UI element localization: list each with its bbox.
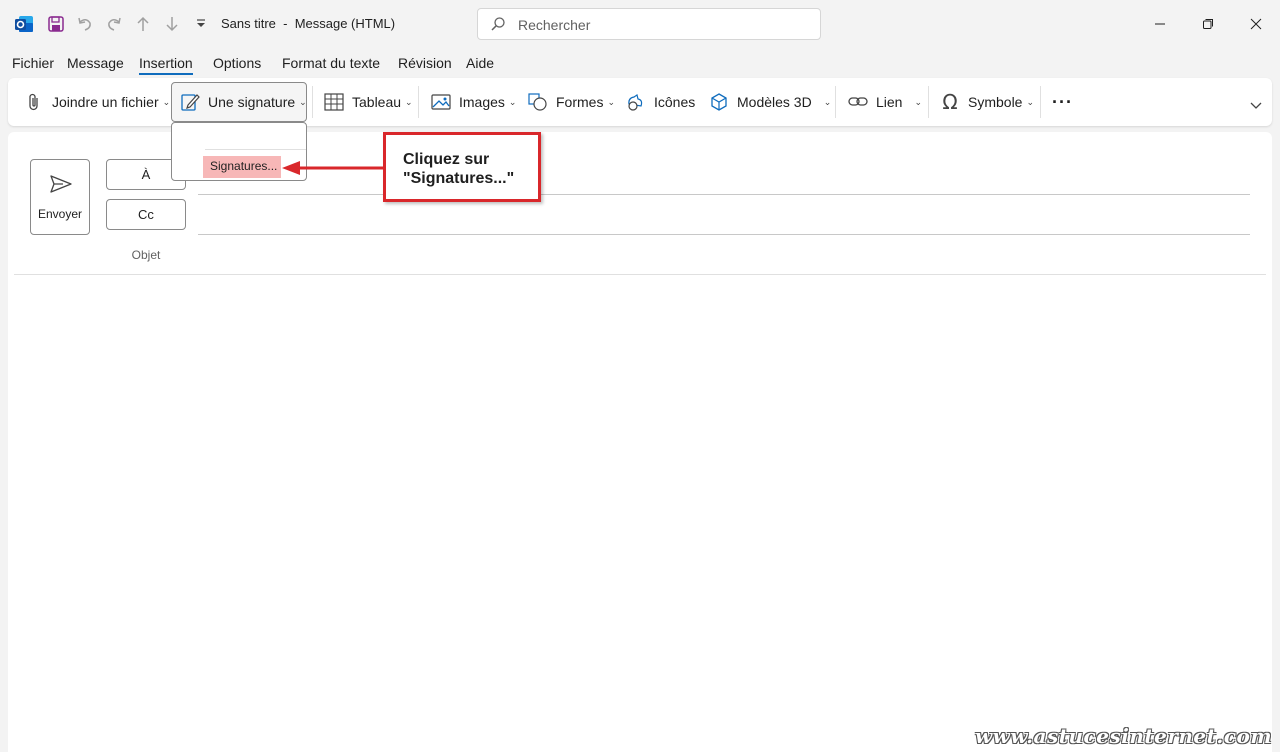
to-field[interactable]	[198, 194, 1250, 195]
menu-message[interactable]: Message	[67, 55, 124, 71]
search-placeholder: Rechercher	[518, 17, 591, 33]
callout-text: Cliquez sur "Signatures..."	[403, 150, 538, 188]
icons-insert-icon	[626, 92, 646, 112]
redo-icon[interactable]	[102, 12, 126, 36]
symbol-label: Symbole	[968, 94, 1023, 110]
omega-icon: Ω	[942, 90, 958, 114]
arrow-down-icon[interactable]	[160, 12, 184, 36]
send-label: Envoyer	[37, 207, 83, 221]
dropdown-divider	[205, 149, 306, 150]
shapes-icon	[528, 92, 548, 112]
ribbon-divider	[1040, 86, 1041, 118]
menu-revision[interactable]: Révision	[398, 55, 452, 71]
chevron-down-icon: ⌄	[162, 96, 171, 107]
attach-file-button[interactable]: Joindre un fichier ⌄	[24, 82, 170, 122]
search-box[interactable]: Rechercher	[477, 8, 821, 40]
paperclip-icon	[24, 92, 44, 112]
icons-label: Icônes	[654, 94, 696, 110]
shapes-label: Formes	[556, 94, 604, 110]
icons-button[interactable]: Icônes	[626, 82, 695, 122]
images-label: Images	[459, 94, 505, 110]
menu-insertion[interactable]: Insertion	[139, 55, 193, 75]
outlook-logo-icon	[12, 12, 36, 36]
send-icon	[49, 174, 73, 197]
instruction-callout: Cliquez sur "Signatures..."	[383, 132, 541, 202]
chevron-down-icon: ⌄	[1026, 96, 1035, 107]
images-button[interactable]: Images ⌄	[431, 82, 516, 122]
3d-models-label: Modèles 3D	[737, 94, 812, 110]
undo-icon[interactable]	[73, 12, 97, 36]
callout-line-1: Cliquez sur	[403, 151, 490, 168]
save-icon[interactable]	[44, 12, 68, 36]
compose-area: Envoyer À Cc Objet	[8, 132, 1272, 752]
table-icon	[324, 92, 344, 112]
customize-toolbar-icon[interactable]	[189, 12, 213, 36]
cc-button[interactable]: Cc	[106, 199, 186, 230]
minimize-icon[interactable]	[1148, 12, 1172, 36]
send-button[interactable]: Envoyer	[30, 159, 90, 235]
symbol-button[interactable]: Ω Symbole ⌄	[940, 82, 1034, 122]
close-icon[interactable]	[1244, 12, 1268, 36]
signature-label: Une signature	[208, 94, 296, 110]
link-button[interactable]: Lien ⌄	[848, 82, 922, 122]
menu-bar: Fichier Message Insertion Options Format…	[0, 50, 1280, 76]
table-button[interactable]: Tableau ⌄	[324, 82, 413, 122]
chevron-down-icon: ⌄	[607, 96, 615, 107]
window-title: Sans titre - Message (HTML)	[221, 16, 396, 31]
ribbon-divider	[835, 86, 836, 118]
ribbon: Joindre un fichier ⌄ Une signature ⌄ Tab…	[8, 78, 1272, 126]
chevron-down-icon: ⌄	[299, 96, 307, 107]
search-icon	[490, 16, 506, 35]
signature-pen-icon	[180, 92, 200, 112]
link-label: Lien	[876, 94, 903, 110]
restore-icon[interactable]	[1196, 12, 1220, 36]
ribbon-divider	[928, 86, 929, 118]
menu-aide[interactable]: Aide	[466, 55, 494, 71]
more-options-button[interactable]: ···	[1052, 82, 1073, 122]
ribbon-divider	[312, 86, 313, 118]
subject-divider	[14, 274, 1266, 275]
chevron-down-icon: ⌄	[405, 96, 413, 107]
signature-button[interactable]: Une signature ⌄	[171, 82, 307, 122]
menu-format-du-texte[interactable]: Format du texte	[282, 55, 380, 71]
callout-line-2: "Signatures..."	[403, 170, 515, 187]
menu-fichier[interactable]: Fichier	[12, 55, 54, 71]
attach-file-label: Joindre un fichier	[52, 94, 159, 110]
shapes-button[interactable]: Formes ⌄	[528, 82, 615, 122]
ribbon-divider	[418, 86, 419, 118]
subject-label: Objet	[131, 248, 161, 262]
chevron-down-icon: ⌄	[823, 96, 832, 107]
cc-field[interactable]	[198, 234, 1250, 235]
chevron-down-icon: ⌄	[508, 96, 517, 107]
image-icon	[431, 92, 451, 112]
arrow-up-icon[interactable]	[131, 12, 155, 36]
watermark: www.astucesinternet.com	[974, 724, 1272, 748]
table-label: Tableau	[352, 94, 402, 110]
chevron-down-icon: ⌄	[914, 96, 923, 107]
title-bar: Sans titre - Message (HTML) Rechercher	[0, 0, 1280, 48]
expand-ribbon-icon[interactable]	[1250, 96, 1262, 116]
callout-arrow-icon	[282, 161, 384, 175]
signatures-menu-item[interactable]: Signatures...	[203, 156, 281, 178]
menu-options[interactable]: Options	[213, 55, 261, 71]
link-icon	[848, 92, 868, 112]
3d-models-button[interactable]: Modèles 3D ⌄	[709, 82, 831, 122]
cube-icon	[709, 92, 729, 112]
